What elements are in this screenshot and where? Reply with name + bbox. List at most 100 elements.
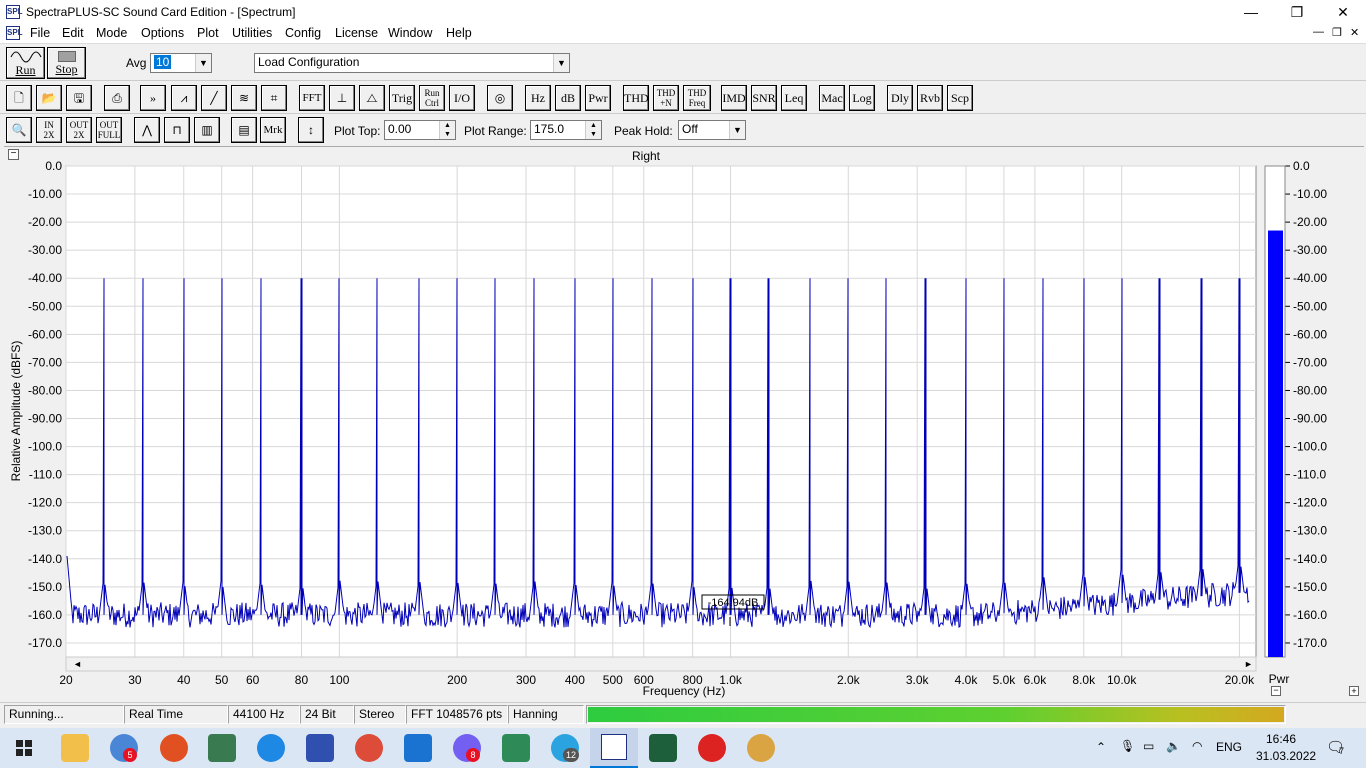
child-window-icon[interactable]: SPL <box>6 26 23 40</box>
meter-tick-label: -140.0 <box>1293 552 1327 566</box>
spectrum-chart[interactable]: 0.0 -10.00 -20.00 -30.00 -40.00 -50.00 -60.00 -… <box>4 147 1364 701</box>
menu-utilities[interactable]: Utilities <box>232 26 272 40</box>
volume-icon[interactable]: 🔈 <box>1166 739 1181 753</box>
menu-window[interactable]: Window <box>388 26 432 40</box>
file-explorer-icon[interactable] <box>61 734 89 762</box>
zoom-button[interactable]: 🔍 <box>6 117 32 143</box>
print-button[interactable]: ⎙ <box>104 85 130 111</box>
arwin-icon[interactable] <box>649 734 677 762</box>
snr-button[interactable]: SNR <box>751 85 777 111</box>
clock-date[interactable]: 31.03.2022 <box>1256 749 1316 763</box>
log-button[interactable]: Log <box>849 85 875 111</box>
pen-app-icon[interactable] <box>404 734 432 762</box>
save-app-icon[interactable] <box>306 734 334 762</box>
new-file-button[interactable]: 🗋 <box>6 85 32 111</box>
zoom-in-2x-button[interactable]: IN 2X <box>36 117 62 143</box>
3d-surface-button[interactable]: ⌗ <box>261 85 287 111</box>
menu-config[interactable]: Config <box>285 26 321 40</box>
wifi-icon[interactable]: ◠ <box>1192 739 1202 753</box>
meter-tick-label: -10.00 <box>1293 187 1327 201</box>
rvb-button[interactable]: Rvb <box>917 85 943 111</box>
ccleaner-icon[interactable] <box>698 734 726 762</box>
edge-browser-icon[interactable] <box>257 734 285 762</box>
config-select[interactable]: Load Configuration ▼ <box>254 53 570 73</box>
paint-icon[interactable] <box>747 734 775 762</box>
network-app-icon[interactable] <box>502 734 530 762</box>
thd-n-button[interactable]: THD +N <box>653 85 679 111</box>
pwr-button[interactable]: Pwr <box>585 85 611 111</box>
spectraplus-taskbar-item[interactable] <box>590 728 638 768</box>
menu-help[interactable]: Help <box>446 26 472 40</box>
child-close-button[interactable]: ✕ <box>1350 26 1359 39</box>
child-minimize-button[interactable]: — <box>1313 26 1324 38</box>
plot-range-input[interactable]: 175.0 ▲ ▼ <box>530 120 602 140</box>
scp-button[interactable]: Scp <box>947 85 973 111</box>
child-restore-button[interactable]: ❐ <box>1332 26 1342 39</box>
y-tick-label: -100.0 <box>28 440 62 454</box>
db-button[interactable]: dB <box>555 85 581 111</box>
zoom-in-corner-button[interactable]: + <box>1349 686 1359 696</box>
restore-button[interactable]: ❐ <box>1274 0 1320 24</box>
avg-select[interactable]: 10 ▼ <box>150 53 212 73</box>
vertical-scale-button[interactable]: ↕ <box>298 117 324 143</box>
meter-axis-ticks: 0.0 -10.00 -20.00 -30.00 -40.00 -50.00 -60.00 -… <box>1285 159 1327 650</box>
generator-button[interactable]: ⧍ <box>359 85 385 111</box>
imd-button[interactable]: IMD <box>721 85 747 111</box>
meter-tick-label: -70.00 <box>1293 355 1327 369</box>
dly-button[interactable]: Dly <box>887 85 913 111</box>
ramp-button[interactable]: ╱ <box>201 85 227 111</box>
monitor-app-icon[interactable] <box>208 734 236 762</box>
peak-hold-select[interactable]: Off ▼ <box>678 120 746 140</box>
menu-options[interactable]: Options <box>141 26 184 40</box>
language-indicator[interactable]: ENG <box>1216 740 1242 754</box>
hz-button[interactable]: Hz <box>525 85 551 111</box>
microphone-icon[interactable]: 🎙 <box>1120 739 1135 753</box>
waveform-button[interactable]: ⩘ <box>171 85 197 111</box>
run-ctrl-button[interactable]: Run Ctrl <box>419 85 445 111</box>
save-button[interactable]: 🖫 <box>66 85 92 111</box>
menu-license[interactable]: License <box>335 26 378 40</box>
thd-button[interactable]: THD <box>623 85 649 111</box>
tray-chevron-icon[interactable]: ⌃ <box>1096 740 1106 754</box>
y-tick-label: -140.0 <box>28 552 62 566</box>
calculator-button[interactable]: ▤ <box>231 117 257 143</box>
chrome-browser-icon[interactable] <box>355 734 383 762</box>
menu-file[interactable]: File <box>30 26 50 40</box>
thd-freq-button[interactable]: THD Freq <box>683 85 711 111</box>
zoom-out-corner-button[interactable]: − <box>1271 686 1281 696</box>
spinner-icon[interactable]: ▲ ▼ <box>439 121 455 139</box>
marker-button[interactable]: Mrk <box>260 117 286 143</box>
menu-edit[interactable]: Edit <box>62 26 84 40</box>
fft-button[interactable]: FFT <box>299 85 325 111</box>
io-button[interactable]: I/O <box>449 85 475 111</box>
leq-button[interactable]: Leq <box>781 85 807 111</box>
horizontal-scrollbar[interactable] <box>65 656 1257 672</box>
fast-forward-button[interactable]: » <box>140 85 166 111</box>
clock-time[interactable]: 16:46 <box>1266 732 1296 746</box>
step-plot-button[interactable]: ⊓ <box>164 117 190 143</box>
minimize-button[interactable]: — <box>1228 0 1274 24</box>
trig-button[interactable]: Trig <box>389 85 415 111</box>
scroll-right-icon[interactable]: ► <box>1244 659 1253 669</box>
scroll-left-icon[interactable]: ◄ <box>73 659 82 669</box>
close-button[interactable]: ✕ <box>1320 0 1366 24</box>
stop-button[interactable]: Stop <box>47 47 86 79</box>
plot-top-input[interactable]: 0.00 ▲ ▼ <box>384 120 456 140</box>
title-bar: SPL SpectraPLUS-SC Sound Card Edition - … <box>0 0 1366 24</box>
bar-plot-button[interactable]: ▥ <box>194 117 220 143</box>
zoom-full-button[interactable]: OUT FULL <box>96 117 122 143</box>
spectrogram-button[interactable]: ≋ <box>231 85 257 111</box>
spinner-icon[interactable]: ▲ ▼ <box>585 121 601 139</box>
open-file-button[interactable]: 📂 <box>36 85 62 111</box>
axis-button[interactable]: ⊥ <box>329 85 355 111</box>
mac-button[interactable]: Mac <box>819 85 845 111</box>
line-plot-button[interactable]: ⋀ <box>134 117 160 143</box>
scope-button[interactable]: ◎ <box>487 85 513 111</box>
battery-icon[interactable]: ▭ <box>1143 739 1154 753</box>
menu-plot[interactable]: Plot <box>197 26 219 40</box>
windows-start-icon[interactable] <box>16 740 32 756</box>
menu-mode[interactable]: Mode <box>96 26 127 40</box>
zoom-out-2x-button[interactable]: OUT 2X <box>66 117 92 143</box>
vpn-icon[interactable] <box>160 734 188 762</box>
run-button[interactable]: Run <box>6 47 45 79</box>
